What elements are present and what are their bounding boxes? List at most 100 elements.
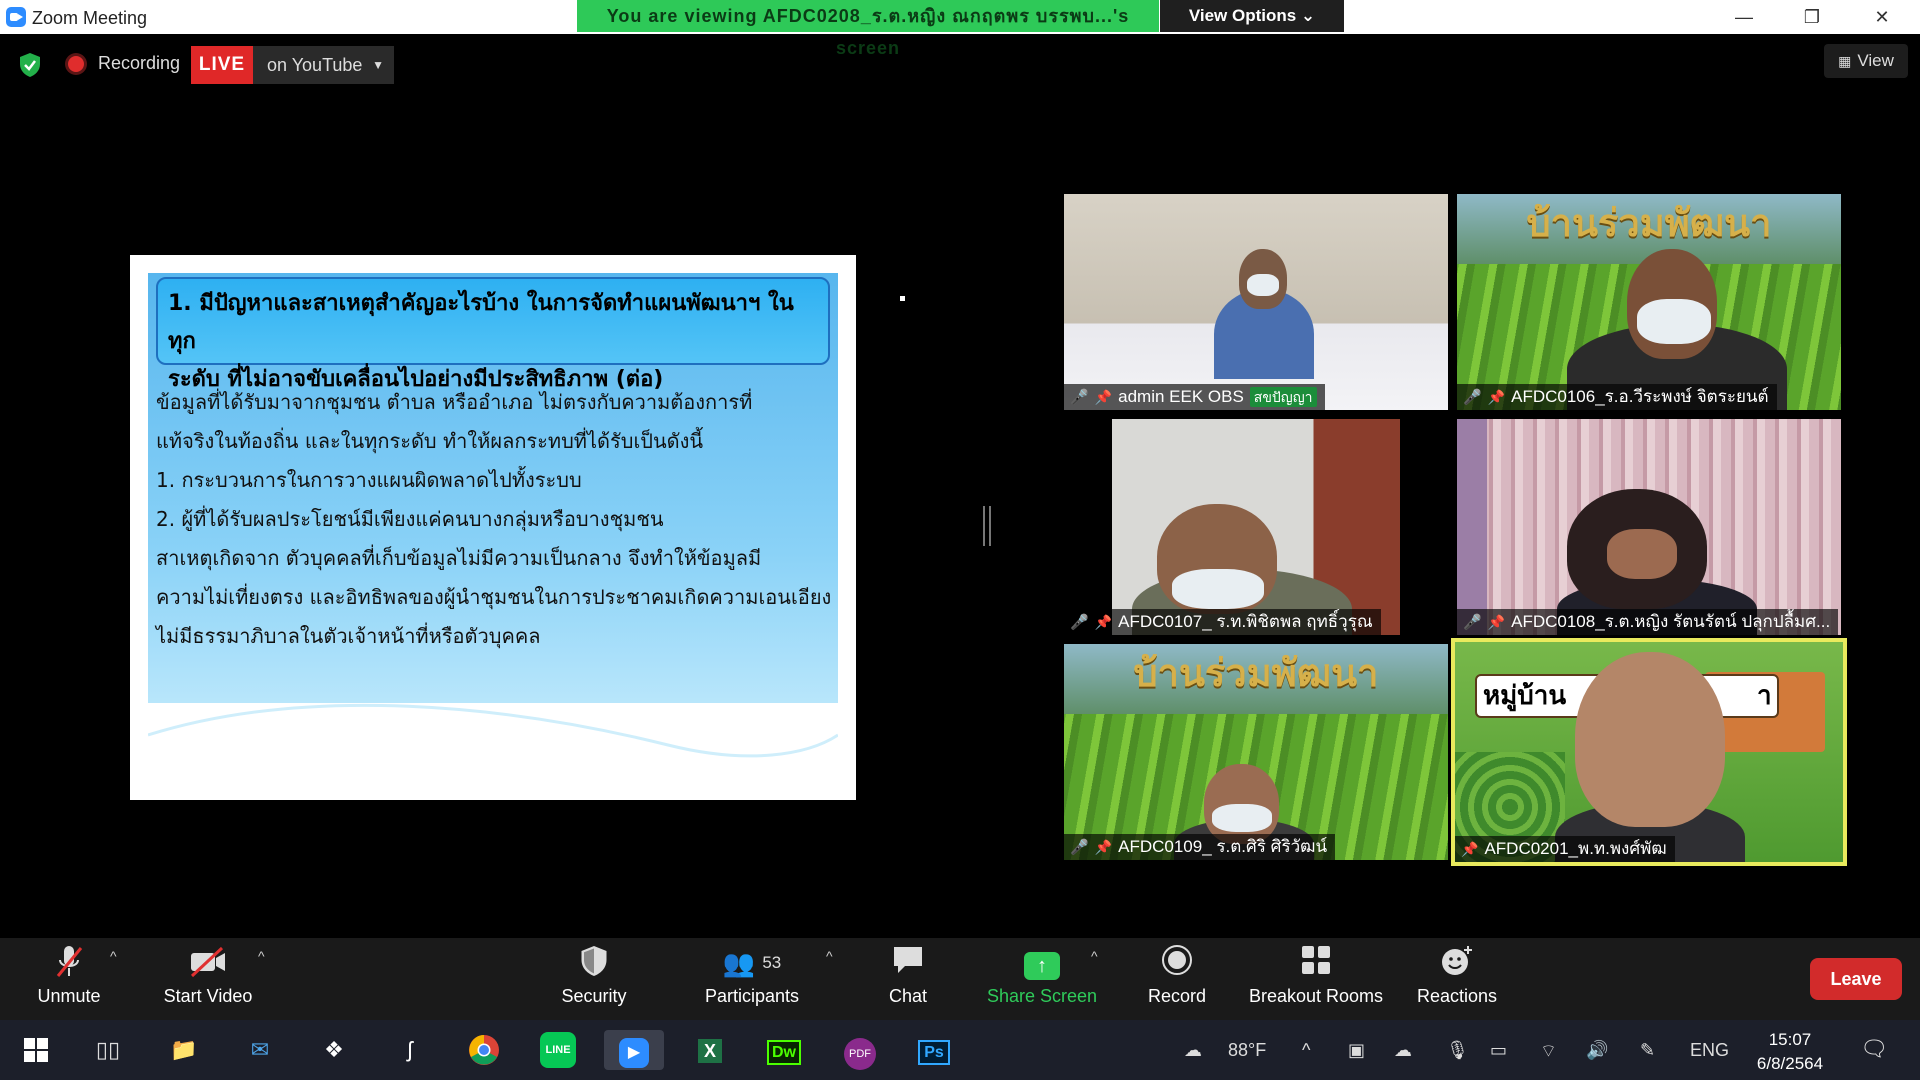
- reactions-button[interactable]: Reactions: [1414, 944, 1500, 1007]
- security-label: Security: [561, 986, 627, 1006]
- dropbox-icon[interactable]: ❖: [314, 1030, 354, 1070]
- video-tile[interactable]: บ้านร่วมพัฒนา 🎤 📌 AFDC0109_ ร.ต.ศิริ ศิริว…: [1064, 644, 1448, 860]
- presentation-slide: 1. มีปัญหาและสาเหตุสำคัญอะไรบ้าง ในการจั…: [130, 255, 856, 800]
- meet-now-icon[interactable]: ▣: [1348, 1040, 1365, 1061]
- close-button[interactable]: ✕: [1850, 0, 1914, 34]
- photoshop-icon[interactable]: Ps: [914, 1030, 954, 1070]
- split-resize-handle[interactable]: [983, 506, 991, 546]
- share-screen-button[interactable]: ↑ Share Screen: [986, 944, 1098, 1007]
- participant-name: AFDC0109_ ร.ต.ศิริ ศิริวัฒน์: [1118, 837, 1328, 856]
- muted-mic-icon: 🎤: [1070, 614, 1089, 631]
- task-view-icon[interactable]: ▯▯: [88, 1030, 128, 1070]
- chat-button[interactable]: Chat: [878, 944, 938, 1007]
- slide-title-line: 1. มีปัญหาและสาเหตุสำคัญอะไรบ้าง ในการจั…: [168, 291, 794, 354]
- muted-mic-icon: 🎤: [1463, 614, 1482, 631]
- weather-icon[interactable]: ☁: [1184, 1040, 1202, 1061]
- microphone-tray-icon[interactable]: 🎙: [1446, 1040, 1469, 1061]
- reactions-smiley-icon: [1414, 944, 1500, 982]
- file-explorer-icon[interactable]: 📁: [164, 1030, 204, 1070]
- participant-name: AFDC0106_ร.อ.วีระพงษ์ จิตระยนต์: [1511, 387, 1769, 406]
- pin-icon: 📌: [1487, 614, 1506, 630]
- recording-label[interactable]: Recording: [98, 53, 180, 74]
- live-destination-dropdown[interactable]: on YouTube ▼: [253, 46, 394, 84]
- minimize-button[interactable]: —: [1712, 0, 1776, 34]
- caret-down-icon: ▼: [372, 58, 384, 72]
- mail-icon[interactable]: ✉: [240, 1030, 280, 1070]
- participants-label: Participants: [704, 986, 800, 1006]
- language-indicator[interactable]: ENG: [1690, 1040, 1729, 1061]
- pdf-icon[interactable]: PDF: [840, 1030, 880, 1070]
- video-feed: บ้านร่วมพัฒนา: [1457, 194, 1841, 410]
- line-icon[interactable]: LINE: [540, 1032, 576, 1068]
- active-speaker-tile[interactable]: หมู่บ้าน า 📌 AFDC0201_พ.ท.พงศ์พัฒ: [1451, 638, 1847, 866]
- encryption-shield-icon[interactable]: [18, 52, 42, 78]
- participants-caret-icon[interactable]: ^: [826, 948, 833, 964]
- dreamweaver-icon[interactable]: Dw: [764, 1030, 804, 1070]
- zoom-taskbar-icon[interactable]: ▶: [604, 1030, 664, 1070]
- pin-icon: 📌: [1094, 389, 1113, 405]
- virtual-background-banner: หมู่บ้าน: [1483, 681, 1567, 711]
- participant-name: AFDC0107_ ร.ท.พิชิตพล ฤทธิ์วุรุณ: [1118, 612, 1373, 631]
- chrome-icon[interactable]: [464, 1030, 504, 1070]
- video-tile[interactable]: บ้านร่วมพัฒนา 🎤 📌 AFDC0106_ร.อ.วีระพงษ์ จิ…: [1457, 194, 1841, 410]
- notifications-icon[interactable]: 🗨: [1860, 1036, 1888, 1062]
- restore-button[interactable]: ❐: [1780, 0, 1844, 34]
- video-feed: บ้านร่วมพัฒนา: [1064, 644, 1448, 860]
- video-options-caret-icon[interactable]: ^: [258, 948, 265, 964]
- volume-icon[interactable]: 🔊: [1586, 1040, 1608, 1061]
- leave-button[interactable]: Leave: [1810, 958, 1902, 1000]
- pin-icon: 📌: [1094, 839, 1113, 855]
- participant-name: AFDC0108_ร.ต.หญิง รัตนรัตน์ ปลุกปลื้มศ..…: [1511, 612, 1831, 631]
- video-tile[interactable]: 🎤 📌 admin EEK OBS สขปัญญา: [1064, 194, 1448, 410]
- app-s-icon[interactable]: ʃ: [390, 1030, 430, 1070]
- video-feed: หมู่บ้าน า: [1455, 642, 1843, 862]
- weather-temp[interactable]: 88°F: [1228, 1040, 1266, 1061]
- battery-icon[interactable]: ▭: [1490, 1040, 1507, 1061]
- clock-date: 6/8/2564: [1756, 1054, 1824, 1073]
- video-tile[interactable]: 🎤 📌 AFDC0107_ ร.ท.พิชิตพล ฤทธิ์วุรุณ: [1064, 419, 1448, 635]
- slide-wave-decoration: [148, 703, 838, 795]
- video-off-icon: [158, 944, 258, 982]
- view-label: View: [1857, 51, 1894, 70]
- muted-mic-icon: [28, 944, 110, 982]
- shield-icon: [548, 944, 640, 982]
- slide-body: ข้อมูลที่ได้รับมาจากชุมชน ตำบล หรืออำเภอ…: [156, 383, 832, 656]
- slide-body-line: 1. กระบวนการในการวางแผนผิดพลาดไปทั้งระบบ: [156, 468, 582, 492]
- meeting-toolbar: Unmute ^ Start Video ^ Security 👥 53 Par…: [0, 938, 1920, 1020]
- slide-body-line: สาเหตุเกิดจาก ตัวบุคคลที่เก็บข้อมูลไม่มี…: [156, 546, 762, 570]
- participants-button[interactable]: 👥 53 Participants: [698, 944, 806, 1007]
- record-button[interactable]: Record: [1142, 944, 1212, 1007]
- participants-icon: 👥 53: [722, 948, 782, 978]
- taskbar-clock[interactable]: 15:07 6/8/2564: [1740, 1028, 1840, 1076]
- video-tile[interactable]: 🎤 📌 AFDC0108_ร.ต.หญิง รัตนรัตน์ ปลุกปลื้มศ…: [1457, 419, 1841, 635]
- viewing-screen-banner: You are viewing AFDC0208_ร.ต.หญิง ณกฤตพร…: [577, 0, 1159, 58]
- slide-title: 1. มีปัญหาและสาเหตุสำคัญอะไรบ้าง ในการจั…: [168, 285, 818, 399]
- grid-view-icon: ▦: [1838, 53, 1852, 69]
- audio-options-caret-icon[interactable]: ^: [110, 948, 117, 964]
- chat-icon: [878, 944, 938, 982]
- pen-icon[interactable]: ✎: [1640, 1040, 1655, 1061]
- chat-label: Chat: [888, 986, 928, 1006]
- excel-icon[interactable]: X: [690, 1030, 730, 1070]
- video-feed: [1064, 194, 1448, 410]
- windows-start-icon[interactable]: [16, 1030, 56, 1070]
- pin-icon: 📌: [1487, 389, 1506, 405]
- unmute-button[interactable]: Unmute: [28, 944, 110, 1007]
- tray-overflow-caret-icon[interactable]: ^: [1302, 1040, 1310, 1061]
- wifi-icon[interactable]: ⌔: [1540, 1040, 1557, 1063]
- security-button[interactable]: Security: [548, 944, 640, 1007]
- slide-body-line: ความไม่เที่ยงตรง และอิทธิพลของผู้นำชุมชน…: [156, 585, 832, 609]
- clock-time: 15:07: [1768, 1030, 1812, 1049]
- zoom-app-icon: [6, 7, 26, 27]
- share-screen-label: Share Screen: [986, 986, 1098, 1006]
- onedrive-icon[interactable]: ☁: [1394, 1040, 1412, 1061]
- participant-name-bar: 🎤 📌 AFDC0106_ร.อ.วีระพงษ์ จิตระยนต์: [1457, 384, 1777, 410]
- view-options-button[interactable]: View Options ⌄: [1160, 0, 1344, 32]
- share-options-caret-icon[interactable]: ^: [1091, 948, 1098, 964]
- participant-name-bar: 🎤 📌 AFDC0107_ ร.ท.พิชิตพล ฤทธิ์วุรุณ: [1064, 609, 1381, 635]
- live-badge: LIVE: [191, 46, 253, 84]
- breakout-rooms-button[interactable]: Breakout Rooms: [1246, 944, 1386, 1007]
- remote-cursor-icon: [900, 296, 905, 301]
- view-button[interactable]: ▦ View: [1824, 44, 1908, 78]
- start-video-button[interactable]: Start Video: [158, 944, 258, 1007]
